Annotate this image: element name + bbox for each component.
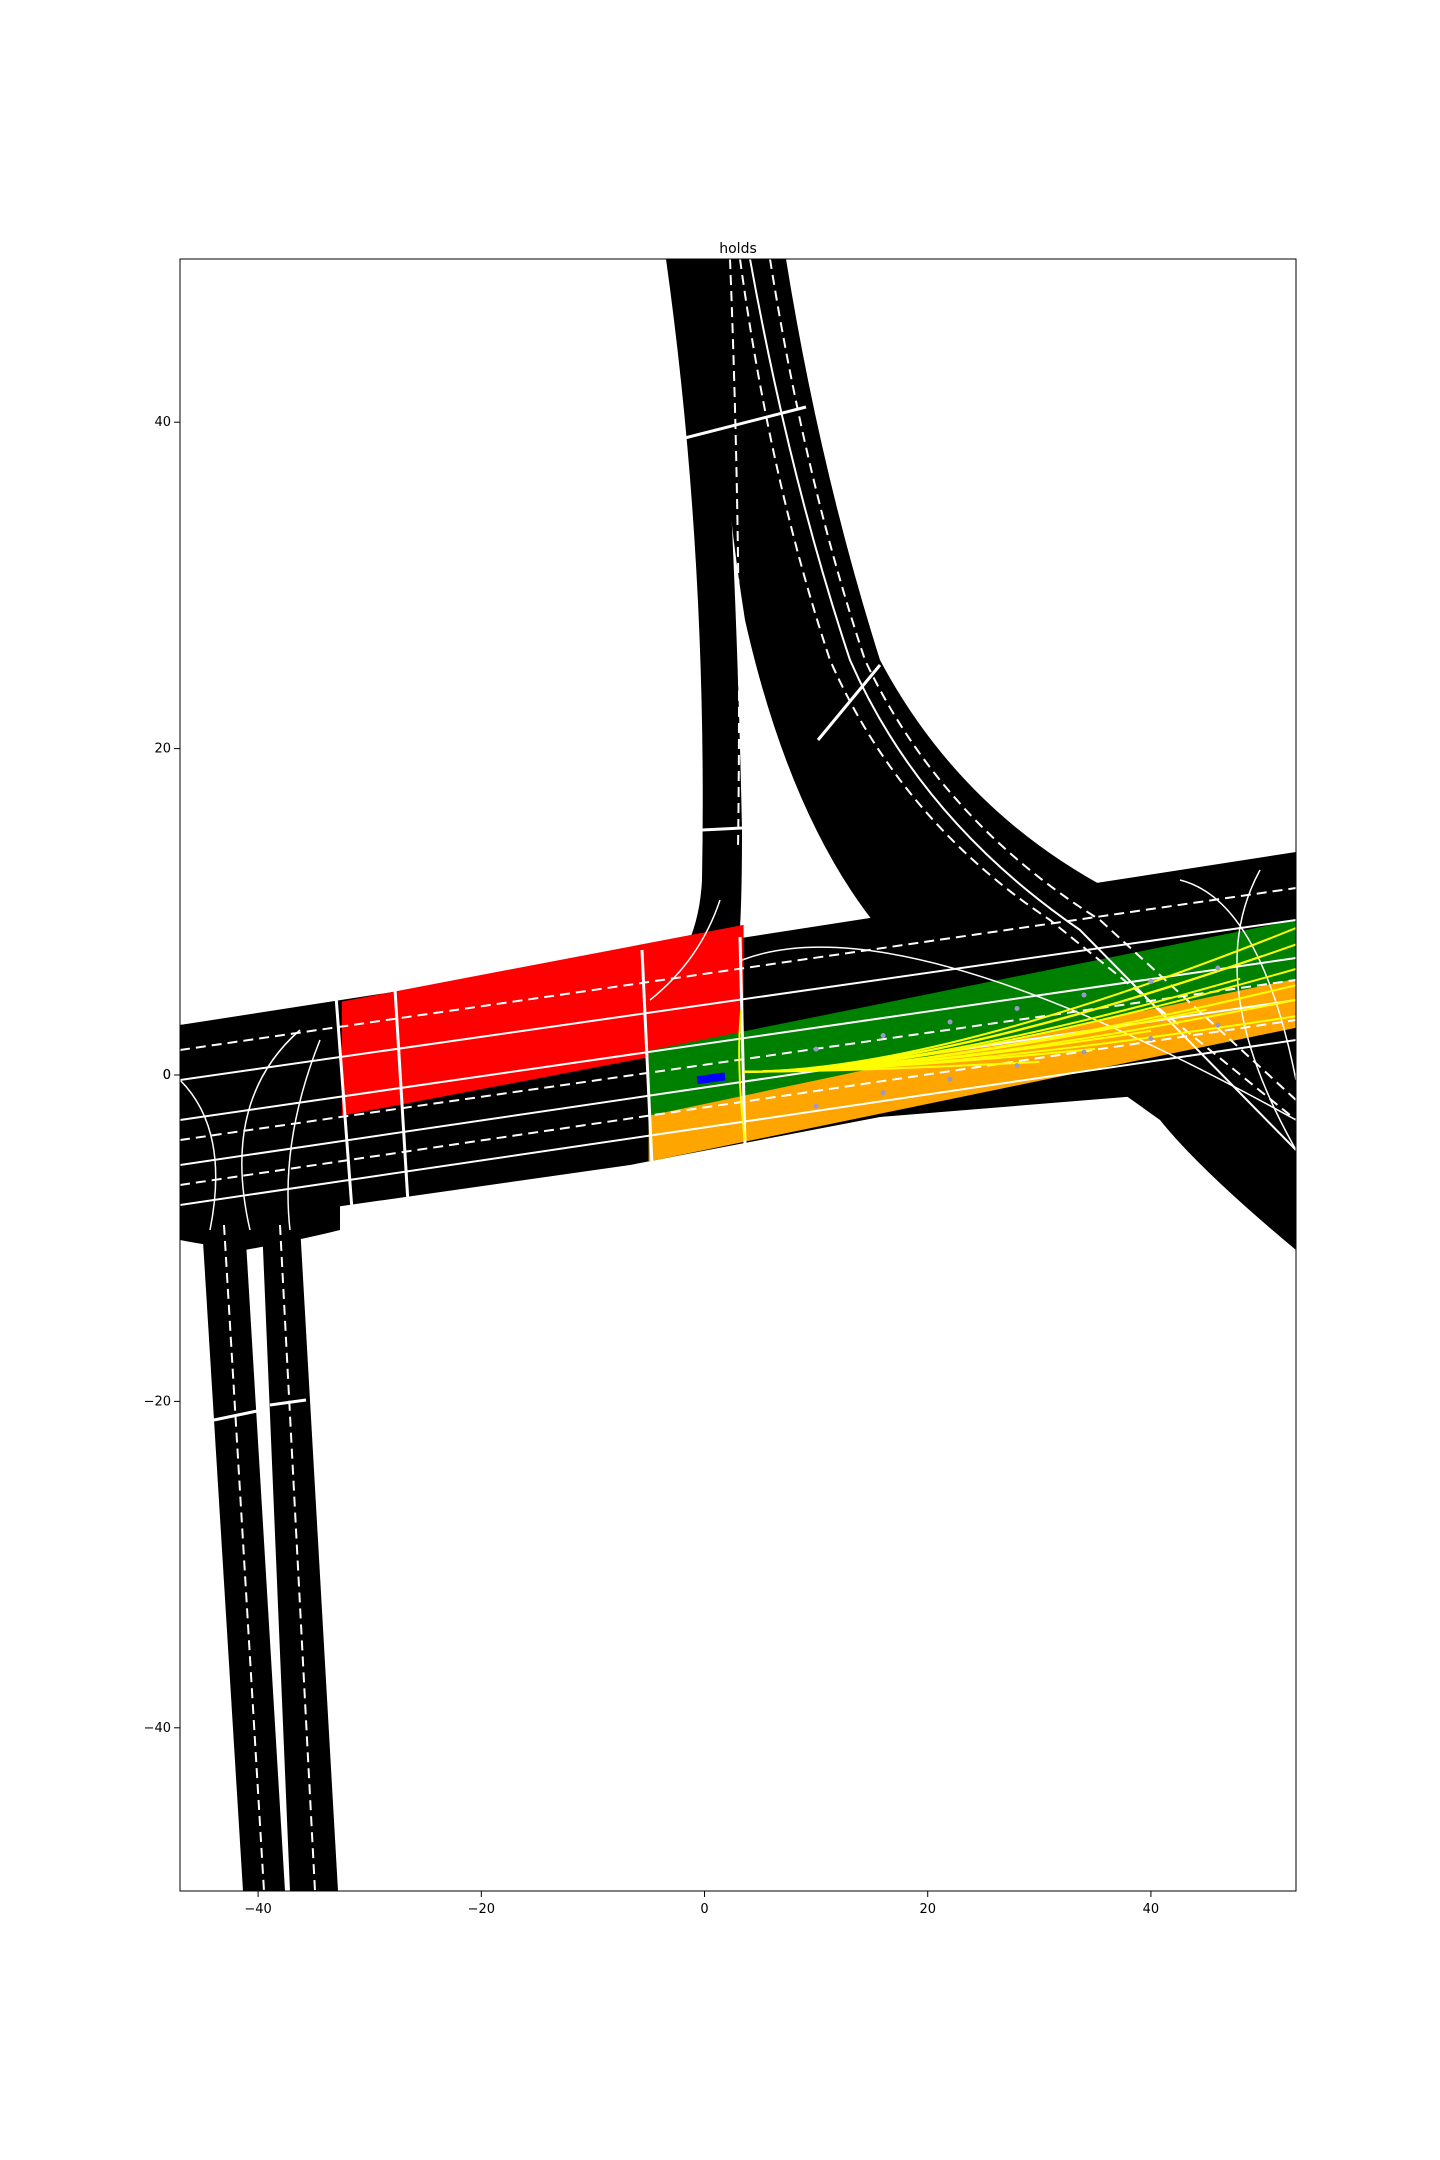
waypoint-marker [813, 1046, 819, 1052]
chart-title: holds [719, 241, 757, 257]
y-tick-label: 0 [163, 1068, 171, 1083]
waypoint-marker [1148, 979, 1154, 984]
x-tick-label: −40 [244, 1902, 271, 1917]
plot-area [180, 259, 1296, 1891]
x-tick-label: 0 [700, 1902, 708, 1917]
waypoint-marker [1215, 965, 1221, 971]
stop-line [701, 826, 743, 832]
y-tick-label: 20 [154, 742, 171, 757]
waypoint-marker [1081, 992, 1087, 998]
x-axis: −40 −20 0 20 40 [244, 1891, 1159, 1917]
waypoint-marker [1215, 1022, 1221, 1028]
x-tick-label: 20 [919, 1902, 936, 1917]
y-tick-label: −20 [144, 1394, 171, 1409]
x-tick-label: −20 [468, 1902, 495, 1917]
waypoint-marker [1148, 1036, 1154, 1042]
waypoint-marker [947, 1076, 953, 1082]
waypoint-marker [880, 1033, 886, 1038]
map-figure: holds −40 −20 0 20 40 −40−20020400 [144, 241, 1297, 1917]
y-axis: −40−20020400 [144, 415, 180, 1736]
x-tick-label: 40 [1143, 1902, 1160, 1917]
waypoint-marker [813, 1103, 819, 1109]
waypoint-marker [947, 1019, 953, 1025]
waypoint-marker [880, 1090, 886, 1096]
waypoint-marker [1081, 1049, 1087, 1055]
y-tick-label: 40 [154, 415, 171, 430]
waypoint-marker [1014, 1063, 1020, 1069]
waypoint-marker [1014, 1006, 1020, 1011]
y-tick-label: −40 [144, 1721, 171, 1736]
road-junction-west [180, 1005, 340, 1250]
